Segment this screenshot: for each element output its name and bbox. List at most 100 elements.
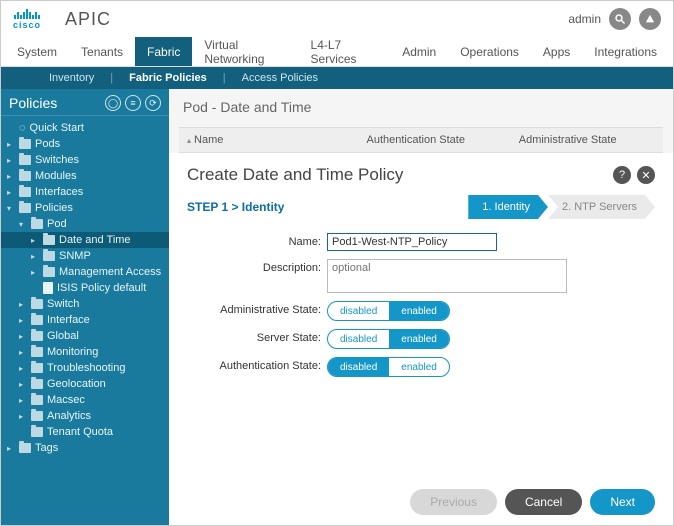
sidebar-item-label: Management Access xyxy=(59,266,161,278)
sidebar-item-monitoring[interactable]: ▸Monitoring xyxy=(1,344,169,360)
previous-button[interactable]: Previous xyxy=(410,489,497,515)
sidebar-item-isis[interactable]: ISIS Policy default xyxy=(1,280,169,296)
col-label: Name xyxy=(194,134,223,146)
wizard-step-ntp[interactable]: 2. NTP Servers xyxy=(548,195,655,219)
create-policy-modal: Create Date and Time Policy ? ✕ STEP 1 >… xyxy=(169,153,673,525)
cisco-bars-icon xyxy=(14,9,40,19)
sidebar-item-pods[interactable]: ▸Pods xyxy=(1,136,169,152)
toggle-enabled[interactable]: enabled xyxy=(389,358,449,376)
wizard-step-identity[interactable]: 1. Identity xyxy=(468,195,548,219)
sidebar-item-policies[interactable]: ▾Policies xyxy=(1,200,169,216)
tab-admin[interactable]: Admin xyxy=(390,37,448,66)
sidebar-action-icon[interactable]: ≡ xyxy=(125,95,141,111)
sidebar-item-analytics[interactable]: ▸Analytics xyxy=(1,408,169,424)
help-icon[interactable]: ? xyxy=(613,166,631,184)
step-num: 2. xyxy=(562,201,571,213)
sidebar-item-label: Tenant Quota xyxy=(47,426,113,438)
sidebar-item-label: Policies xyxy=(35,202,73,214)
folder-icon xyxy=(19,171,31,181)
auth-state-toggle[interactable]: disabled enabled xyxy=(327,357,450,377)
divider: | xyxy=(102,72,121,84)
col-auth-state[interactable]: Authentication State xyxy=(359,128,511,152)
sidebar-item-mgmt-access[interactable]: ▸Management Access xyxy=(1,264,169,280)
main-nav: System Tenants Fabric Virtual Networking… xyxy=(1,37,673,67)
tab-integrations[interactable]: Integrations xyxy=(582,37,669,66)
cancel-button[interactable]: Cancel xyxy=(505,489,582,515)
step-label: Identity xyxy=(495,201,530,213)
name-input[interactable] xyxy=(327,233,497,251)
tab-tenants[interactable]: Tenants xyxy=(69,37,135,66)
step-num: 1. xyxy=(482,201,491,213)
folder-icon xyxy=(31,347,43,357)
sidebar-title: Policies xyxy=(9,95,57,111)
sidebar-item-snmp[interactable]: ▸SNMP xyxy=(1,248,169,264)
tab-operations[interactable]: Operations xyxy=(448,37,531,66)
sidebar-item-switches[interactable]: ▸Switches xyxy=(1,152,169,168)
toggle-disabled[interactable]: disabled xyxy=(328,330,389,348)
notifications-icon[interactable] xyxy=(639,8,661,30)
sidebar-item-interface[interactable]: ▸Interface xyxy=(1,312,169,328)
folder-icon xyxy=(31,331,43,341)
sidebar-item-tags[interactable]: ▸Tags xyxy=(1,440,169,456)
cisco-logo-text: cisco xyxy=(13,21,41,30)
user-name[interactable]: admin xyxy=(568,12,601,26)
toggle-disabled[interactable]: disabled xyxy=(328,302,389,320)
sidebar-item-label: Date and Time xyxy=(59,234,131,246)
sidebar-item-modules[interactable]: ▸Modules xyxy=(1,168,169,184)
close-icon[interactable]: ✕ xyxy=(637,166,655,184)
sidebar-item-date-time[interactable]: ▸Date and Time xyxy=(1,232,169,248)
tab-l4l7[interactable]: L4-L7 Services xyxy=(299,37,391,66)
sidebar-item-global[interactable]: ▸Global xyxy=(1,328,169,344)
quick-start[interactable]: ◌Quick Start xyxy=(1,120,169,136)
wizard-steps: 1. Identity 2. NTP Servers xyxy=(468,195,655,219)
search-icon[interactable] xyxy=(609,8,631,30)
folder-icon xyxy=(19,203,31,213)
sort-icon: ▴ xyxy=(187,136,191,145)
sidebar-item-interfaces[interactable]: ▸Interfaces xyxy=(1,184,169,200)
next-button[interactable]: Next xyxy=(590,489,655,515)
tab-virtual-networking[interactable]: Virtual Networking xyxy=(192,37,298,66)
document-icon xyxy=(43,282,53,294)
sidebar-item-label: SNMP xyxy=(59,250,91,262)
sidebar-item-label: Pods xyxy=(35,138,60,150)
folder-icon xyxy=(43,267,55,277)
modal-title: Create Date and Time Policy xyxy=(187,165,403,185)
policy-form: Name: Description: Administrative State:… xyxy=(187,233,655,377)
cisco-logo: cisco xyxy=(13,9,41,30)
folder-icon xyxy=(31,219,43,229)
sidebar-item-pod[interactable]: ▾Pod xyxy=(1,216,169,232)
sidebar-item-label: Switches xyxy=(35,154,79,166)
sidebar-action-icon[interactable]: ◯ xyxy=(105,95,121,111)
toggle-enabled[interactable]: enabled xyxy=(389,302,449,320)
col-name[interactable]: ▴Name xyxy=(179,128,359,152)
sidebar-item-label: Troubleshooting xyxy=(47,362,125,374)
sidebar-item-tenant-quota[interactable]: Tenant Quota xyxy=(1,424,169,440)
admin-state-label: Administrative State: xyxy=(187,301,327,316)
sidebar-item-label: Monitoring xyxy=(47,346,98,358)
divider: | xyxy=(215,72,234,84)
sidebar-item-switch[interactable]: ▸Switch xyxy=(1,296,169,312)
server-state-toggle[interactable]: disabled enabled xyxy=(327,329,450,349)
admin-state-toggle[interactable]: disabled enabled xyxy=(327,301,450,321)
tab-system[interactable]: System xyxy=(5,37,69,66)
sidebar-item-geolocation[interactable]: ▸Geolocation xyxy=(1,376,169,392)
tab-apps[interactable]: Apps xyxy=(531,37,582,66)
folder-icon xyxy=(43,235,55,245)
subnav-fabric-policies[interactable]: Fabric Policies xyxy=(121,72,215,84)
tab-fabric[interactable]: Fabric xyxy=(135,37,192,66)
col-admin-state[interactable]: Administrative State xyxy=(511,128,663,152)
sidebar-refresh-icon[interactable]: ⟳ xyxy=(145,95,161,111)
toggle-disabled[interactable]: disabled xyxy=(328,358,389,376)
app-title: APIC xyxy=(65,9,111,30)
sidebar-item-troubleshooting[interactable]: ▸Troubleshooting xyxy=(1,360,169,376)
toggle-enabled[interactable]: enabled xyxy=(389,330,449,348)
folder-icon xyxy=(19,155,31,165)
folder-icon xyxy=(19,139,31,149)
sidebar: Policies ◯ ≡ ⟳ ◌Quick Start ▸Pods ▸Switc… xyxy=(1,89,169,525)
sidebar-item-macsec[interactable]: ▸Macsec xyxy=(1,392,169,408)
folder-icon xyxy=(19,187,31,197)
description-input[interactable] xyxy=(327,259,567,293)
sidebar-item-label: Pod xyxy=(47,218,67,230)
subnav-access-policies[interactable]: Access Policies xyxy=(234,72,326,84)
subnav-inventory[interactable]: Inventory xyxy=(41,72,102,84)
